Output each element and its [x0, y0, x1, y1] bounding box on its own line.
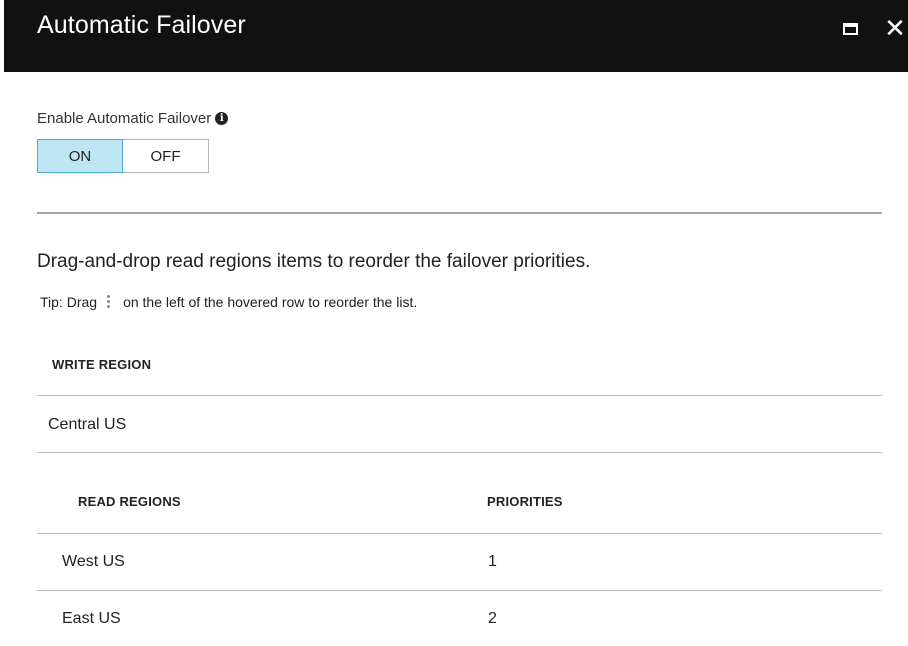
blade-title-bar: Automatic Failover ✕: [4, 0, 908, 72]
read-region-name: West US: [62, 553, 125, 570]
tip-prefix: Tip: Drag: [40, 294, 98, 310]
info-icon[interactable]: i: [215, 112, 229, 125]
drag-handle-icon: [107, 294, 111, 310]
failover-toggle: ON OFF: [37, 139, 209, 173]
enable-label-text: Enable Automatic Failover: [37, 110, 212, 127]
read-regions-header: READ REGIONS: [78, 494, 181, 509]
drag-tip: Tip: Drag on the left of the hovered row…: [40, 294, 417, 310]
read-region-name: East US: [62, 610, 121, 627]
close-button[interactable]: ✕: [882, 13, 908, 43]
toggle-on-button[interactable]: ON: [37, 139, 123, 173]
read-region-priority: 2: [488, 610, 497, 627]
maximize-icon: [843, 23, 858, 35]
write-region-top-rule: [37, 395, 882, 396]
table-row[interactable]: West US 1: [37, 534, 882, 590]
toggle-off-button[interactable]: OFF: [123, 139, 209, 173]
write-region-header: WRITE REGION: [52, 357, 152, 372]
read-region-priority: 1: [488, 553, 497, 570]
table-row[interactable]: East US 2: [37, 591, 882, 646]
priorities-header: PRIORITIES: [487, 494, 563, 509]
maximize-button[interactable]: [840, 19, 866, 41]
close-icon: ✕: [884, 13, 906, 43]
section-divider: [37, 212, 882, 214]
write-region-value: Central US: [48, 416, 127, 433]
blade-title: Automatic Failover: [37, 11, 246, 39]
automatic-failover-blade: Automatic Failover ✕ Enable Automatic Fa…: [0, 0, 908, 646]
enable-automatic-failover-label: Enable Automatic Failover i: [37, 110, 229, 127]
tip-suffix: on the left of the hovered row to reorde…: [123, 294, 418, 310]
write-region-bottom-rule: [37, 452, 882, 453]
reorder-instruction: Drag-and-drop read regions items to reor…: [37, 251, 591, 272]
